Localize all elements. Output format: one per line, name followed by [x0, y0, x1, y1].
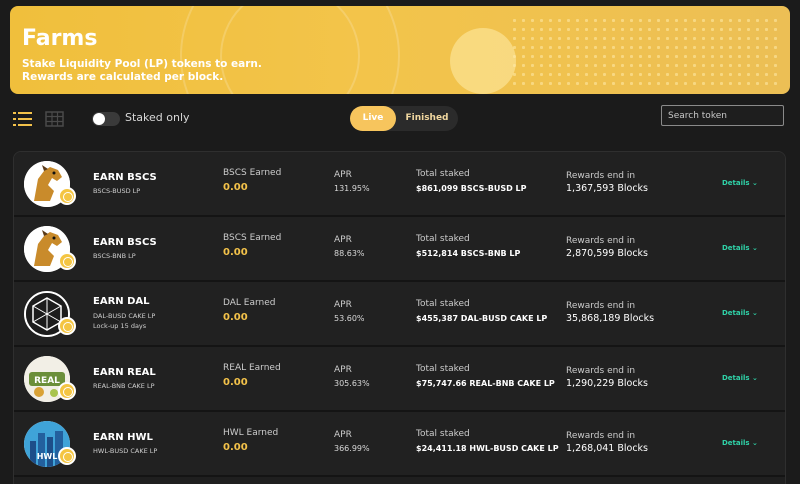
earned-value: 0.00 [223, 247, 248, 258]
earned-label: DAL Earned [223, 298, 276, 308]
rewards-value: 35,868,189 Blocks [566, 313, 655, 324]
lp-name: DAL-BUSD CAKE LP [93, 312, 156, 320]
earn-title: EARN DAL [93, 296, 150, 307]
live-finished-switch: Live Finished [350, 106, 458, 131]
lp-name: REAL-BNB CAKE LP [93, 382, 155, 390]
svg-text:REAL: REAL [34, 376, 60, 386]
farm-row[interactable]: EARN BSCS BSCS-BUSD LP BSCS Earned 0.00 … [14, 152, 785, 217]
earned-value: 0.00 [223, 182, 248, 193]
total-staked-label: Total staked [416, 169, 470, 179]
total-staked-label: Total staked [416, 429, 470, 439]
rewards-value: 1,290,229 Blocks [566, 378, 649, 389]
chevron-down-icon: ⌄ [752, 374, 758, 382]
page-title: Farms [22, 26, 98, 51]
earned-label: HWL Earned [223, 428, 279, 438]
chevron-down-icon: ⌄ [752, 179, 758, 187]
apr-value: 366.99% [334, 444, 370, 453]
staked-only-toggle[interactable] [92, 112, 120, 126]
rewards-label: Rewards end in [566, 431, 636, 441]
farm-row[interactable]: EARN BSCS BSCS-BNB LP BSCS Earned 0.00 A… [14, 217, 785, 282]
details-label: Details [722, 309, 750, 317]
total-staked-value: $512,814 BSCS-BNB LP [416, 249, 521, 258]
tab-finished[interactable]: Finished [396, 106, 458, 131]
apr-value: 305.63% [334, 379, 370, 388]
lp-name: BSCS-BNB LP [93, 252, 136, 260]
subtitle-line: Rewards are calculated per block. [22, 71, 224, 83]
rewards-label: Rewards end in [566, 171, 636, 181]
farm-row[interactable]: REAL EARN REAL REAL-BNB CAKE LP REAL Ear… [14, 347, 785, 412]
banner-decoration [450, 28, 516, 94]
lp-name: BSCS-BUSD LP [93, 187, 141, 195]
chevron-down-icon: ⌄ [752, 439, 758, 447]
details-label: Details [722, 374, 750, 382]
rewards-label: Rewards end in [566, 301, 636, 311]
details-toggle[interactable]: Details ⌄ [722, 179, 758, 187]
bnb-badge-icon [58, 252, 76, 270]
details-toggle[interactable]: Details ⌄ [722, 244, 758, 252]
cake-badge-icon [58, 447, 76, 465]
search-input[interactable] [661, 105, 784, 126]
farms-banner: Farms Stake Liquidity Pool (LP) tokens t… [10, 6, 790, 94]
lp-name: HWL-BUSD CAKE LP [93, 447, 158, 455]
total-staked-label: Total staked [416, 299, 470, 309]
earned-label: REAL Earned [223, 363, 281, 373]
details-label: Details [722, 179, 750, 187]
apr-label: APR [334, 430, 352, 440]
details-toggle[interactable]: Details ⌄ [722, 439, 758, 447]
lockup-period: Lock-up 15 days [93, 322, 147, 330]
staked-only-label: Staked only [125, 111, 190, 124]
farm-row[interactable]: HWL EARN HWL HWL-BUSD CAKE LP HWL Earned… [14, 412, 785, 477]
total-staked-value: $455,387 DAL-BUSD CAKE LP [416, 314, 548, 323]
earned-label: BSCS Earned [223, 233, 282, 243]
earned-value: 0.00 [223, 442, 248, 453]
bnb-badge-icon [58, 382, 76, 400]
details-label: Details [722, 244, 750, 252]
total-staked-label: Total staked [416, 364, 470, 374]
apr-value: 53.60% [334, 314, 365, 323]
tab-live[interactable]: Live [350, 106, 396, 131]
cake-badge-icon [58, 187, 76, 205]
total-staked-value: $75,747.66 REAL-BNB CAKE LP [416, 379, 555, 388]
chevron-down-icon: ⌄ [752, 309, 758, 317]
svg-text:HWL: HWL [37, 452, 58, 461]
earned-label: BSCS Earned [223, 168, 282, 178]
subtitle-line: Stake Liquidity Pool (LP) tokens to earn… [22, 58, 262, 70]
details-toggle[interactable]: Details ⌄ [722, 374, 758, 382]
farm-row[interactable]: EARN DAL DAL-BUSD CAKE LP Lock-up 15 day… [14, 282, 785, 347]
rewards-label: Rewards end in [566, 236, 636, 246]
earn-title: EARN REAL [93, 367, 156, 378]
grid-view-icon[interactable] [45, 111, 65, 127]
rewards-label: Rewards end in [566, 366, 636, 376]
apr-label: APR [334, 170, 352, 180]
earn-title: EARN BSCS [93, 172, 157, 183]
total-staked-value: $24,411.18 HWL-BUSD CAKE LP [416, 444, 559, 453]
banner-dot-pattern [510, 16, 780, 86]
earned-value: 0.00 [223, 312, 248, 323]
total-staked-label: Total staked [416, 234, 470, 244]
details-label: Details [722, 439, 750, 447]
apr-label: APR [334, 235, 352, 245]
farms-table: EARN BSCS BSCS-BUSD LP BSCS Earned 0.00 … [13, 151, 786, 484]
apr-label: APR [334, 300, 352, 310]
earn-title: EARN HWL [93, 432, 153, 443]
total-staked-value: $861,099 BSCS-BUSD LP [416, 184, 527, 193]
toggle-knob [93, 113, 105, 125]
cake-badge-icon [58, 317, 76, 335]
apr-value: 131.95% [334, 184, 370, 193]
chevron-down-icon: ⌄ [752, 244, 758, 252]
farms-toolbar: Staked only Live Finished [0, 100, 800, 140]
earned-value: 0.00 [223, 377, 248, 388]
list-view-icon[interactable] [13, 111, 33, 127]
rewards-value: 1,268,041 Blocks [566, 443, 649, 454]
details-toggle[interactable]: Details ⌄ [722, 309, 758, 317]
rewards-value: 1,367,593 Blocks [566, 183, 649, 194]
apr-value: 88.63% [334, 249, 365, 258]
page-subtitle: Stake Liquidity Pool (LP) tokens to earn… [22, 58, 262, 84]
earn-title: EARN BSCS [93, 237, 157, 248]
apr-label: APR [334, 365, 352, 375]
rewards-value: 2,870,599 Blocks [566, 248, 649, 259]
